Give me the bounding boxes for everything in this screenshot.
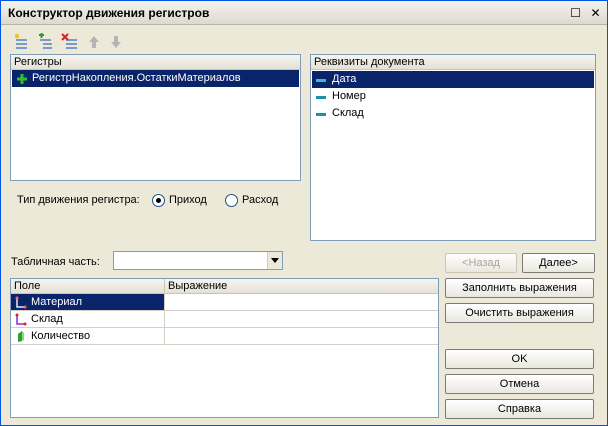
grid-cell-expression[interactable] xyxy=(165,311,438,328)
back-button[interactable]: <Назад xyxy=(445,253,517,273)
plus-green-icon xyxy=(17,74,27,84)
add-register-icon[interactable] xyxy=(13,33,31,51)
tabular-part-select[interactable] xyxy=(113,251,283,270)
radio-expense-label[interactable]: Расход xyxy=(242,194,278,206)
requisites-header: Реквизиты документа xyxy=(311,55,595,70)
requisite-item[interactable]: Склад xyxy=(312,105,594,122)
column-header-field[interactable]: Поле xyxy=(11,279,165,294)
requisite-label: Дата xyxy=(332,73,357,85)
grid-field-text: Материал xyxy=(31,296,82,308)
maximize-icon[interactable]: ☐ xyxy=(567,4,584,21)
clear-expressions-button[interactable]: Очистить выражения xyxy=(445,303,594,323)
dialog-window: Конструктор движения регистров ☐ ✕ Регис… xyxy=(0,0,608,426)
grid-cell-field[interactable]: Склад xyxy=(11,311,165,328)
requisite-label: Номер xyxy=(332,90,366,102)
attribute-icon xyxy=(316,79,326,82)
grid-field-text: Количество xyxy=(31,330,91,342)
next-button[interactable]: Далее> xyxy=(522,253,595,273)
grid-cell-expression[interactable] xyxy=(165,294,438,311)
grid-cell-expression[interactable] xyxy=(165,328,438,345)
requisite-item[interactable]: Номер xyxy=(312,88,594,105)
move-up-icon[interactable] xyxy=(85,33,103,51)
grid-cell-field[interactable]: Количество xyxy=(11,328,165,345)
title-bar[interactable]: Конструктор движения регистров ☐ ✕ xyxy=(1,1,607,25)
column-header-expression[interactable]: Выражение xyxy=(165,279,438,294)
register-item-label: РегистрНакопления.ОстаткиМатериалов xyxy=(32,72,241,84)
attribute-icon xyxy=(316,113,326,116)
resource-icon xyxy=(18,331,24,342)
radio-expense[interactable] xyxy=(225,194,238,207)
register-item[interactable]: РегистрНакопления.ОстаткиМатериалов xyxy=(12,70,299,87)
delete-icon[interactable] xyxy=(61,33,79,51)
requisite-label: Склад xyxy=(332,107,364,119)
ok-button[interactable]: OK xyxy=(445,349,594,369)
add-child-icon[interactable] xyxy=(37,33,55,51)
movement-type-label: Тип движения регистра: xyxy=(17,194,140,206)
link-icon xyxy=(15,313,27,326)
registers-header: Регистры xyxy=(11,55,300,70)
link-icon xyxy=(15,296,27,309)
tabular-part-label: Табличная часть: xyxy=(11,256,100,268)
registers-list[interactable]: Регистры РегистрНакопления.ОстаткиМатери… xyxy=(10,54,301,181)
requisite-item[interactable]: Дата xyxy=(312,71,594,88)
radio-income-label[interactable]: Приход xyxy=(169,194,207,206)
grid-cell-field[interactable]: Материал xyxy=(11,294,165,311)
move-down-icon[interactable] xyxy=(107,33,125,51)
help-button[interactable]: Справка xyxy=(445,399,594,419)
chevron-down-icon[interactable] xyxy=(267,252,282,269)
window-title: Конструктор движения регистров xyxy=(8,6,210,20)
grid-field-text: Склад xyxy=(31,313,63,325)
fields-grid[interactable]: Поле Выражение Материал Склад Количество xyxy=(10,278,439,418)
requisites-list[interactable]: Реквизиты документа Дата Номер Склад xyxy=(310,54,596,241)
fill-expressions-button[interactable]: Заполнить выражения xyxy=(445,278,594,298)
cancel-button[interactable]: Отмена xyxy=(445,374,594,394)
attribute-icon xyxy=(316,96,326,99)
radio-income[interactable] xyxy=(152,194,165,207)
close-icon[interactable]: ✕ xyxy=(587,4,604,21)
